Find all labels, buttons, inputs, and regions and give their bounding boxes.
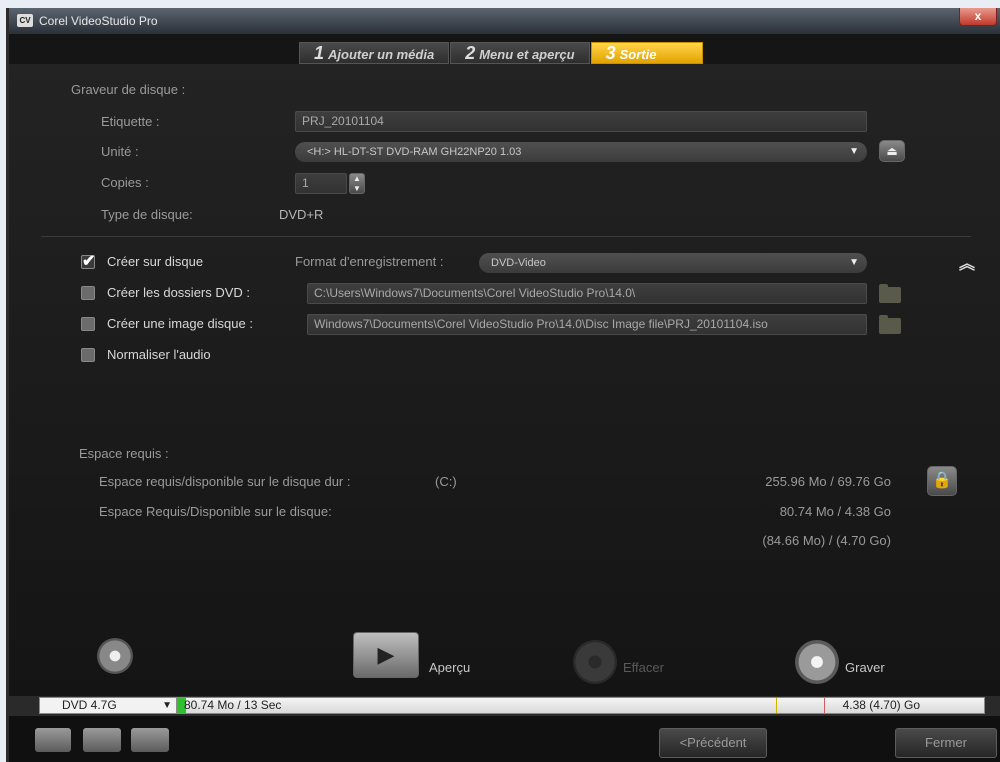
capacity-marker [776, 698, 777, 713]
unit-select[interactable]: <H:> HL-DT-ST DVD-RAM GH22NP20 1.03 ▼ [295, 142, 867, 162]
chevron-down-icon: ▼ [849, 146, 859, 157]
chevron-down-icon: ▼ [353, 184, 361, 193]
eject-button[interactable]: ⏏ [879, 140, 905, 162]
tab-number: 3 [605, 43, 616, 63]
space-section-label: Espace requis : [79, 446, 169, 461]
hdd-drive-label: (C:) [435, 474, 457, 489]
create-dvd-folders-checkbox[interactable] [81, 286, 95, 300]
capacity-limit-marker [824, 698, 825, 713]
unit-value: <H:> HL-DT-ST DVD-RAM GH22NP20 1.03 [307, 146, 522, 158]
settings-gear-icon[interactable] [83, 728, 121, 752]
burn-label: Graver [845, 660, 885, 675]
hdd-space-value: 255.96 Mo / 69.76 Go [765, 474, 891, 489]
disc-info-icon[interactable] [97, 638, 133, 674]
disc-space-total: (84.66 Mo) / (4.70 Go) [762, 533, 891, 548]
chevron-up-icon: ▲ [353, 174, 361, 183]
format-label: Format d'enregistrement : [295, 254, 444, 269]
folder-icon[interactable] [879, 284, 901, 303]
create-on-disc-checkbox[interactable]: ✔ [81, 254, 95, 270]
label-input[interactable]: PRJ_20101104 [295, 111, 867, 132]
burn-button[interactable] [795, 640, 839, 684]
section-divider [41, 236, 971, 237]
copies-input[interactable]: 1 [295, 173, 347, 194]
disc-info-lock-icon[interactable]: 🔒 [927, 466, 957, 496]
tab-label: Ajouter un média [328, 47, 435, 62]
tab-menu-preview[interactable]: 2 Menu et aperçu [450, 42, 590, 64]
preview-button[interactable]: ▶ [353, 632, 419, 678]
app-window: CV Corel VideoStudio Pro x 1 Ajouter un m… [6, 8, 1000, 762]
create-dvd-folders-label: Créer les dossiers DVD : [107, 285, 251, 300]
eject-icon: ⏏ [886, 144, 898, 158]
disc-type-label: Type de disque: [101, 207, 193, 222]
output-panel: Graveur de disque : Etiquette : PRJ_2010… [9, 64, 1000, 704]
tab-label: Menu et aperçu [479, 47, 575, 62]
normalize-audio-checkbox[interactable] [81, 348, 95, 362]
format-select[interactable]: DVD-Video ▼ [479, 253, 867, 273]
step-tabs: 1 Ajouter un média 2 Menu et aperçu 3 Sorti… [299, 42, 704, 64]
close-button[interactable]: x [959, 8, 997, 26]
chevron-down-icon: ▼ [849, 257, 859, 268]
erase-button[interactable] [573, 640, 617, 684]
capacity-progress: 80.74 Mo / 13 Sec 4.38 (4.70) Go [177, 697, 985, 714]
disc-size-value: DVD 4.7G [62, 698, 117, 712]
tab-output[interactable]: 3 Sortie [590, 42, 703, 64]
normalize-audio-label: Normaliser l'audio [107, 347, 211, 362]
tab-number: 1 [314, 43, 325, 63]
previous-button[interactable]: <Précédent [659, 728, 767, 758]
format-value: DVD-Video [491, 257, 546, 269]
chevron-down-icon: ▼ [162, 700, 172, 711]
create-disc-image-checkbox[interactable] [81, 317, 95, 331]
capacity-text: 4.38 (4.70) Go [842, 698, 920, 712]
burner-section-label: Graveur de disque : [71, 82, 186, 97]
tab-number: 2 [465, 43, 476, 63]
hdd-space-label: Espace requis/disponible sur le disque d… [99, 474, 351, 489]
title-bar: CV Corel VideoStudio Pro x [9, 8, 1000, 34]
window-title: Corel VideoStudio Pro [39, 14, 158, 28]
used-space-text: 80.74 Mo / 13 Sec [184, 698, 282, 712]
disc-image-path-input[interactable]: Windows7\Documents\Corel VideoStudio Pro… [307, 314, 867, 335]
create-on-disc-label: Créer sur disque [107, 254, 204, 269]
unit-label: Unité : [101, 144, 139, 159]
label-field-label: Etiquette : [101, 114, 160, 129]
create-disc-image-label: Créer une image disque : [107, 316, 253, 331]
disc-type-value: DVD+R [279, 207, 324, 222]
disc-space-value: 80.74 Mo / 4.38 Go [779, 504, 891, 519]
tab-add-media[interactable]: 1 Ajouter un média [299, 42, 450, 64]
close-dialog-button[interactable]: Fermer [895, 728, 997, 758]
copies-stepper[interactable]: ▲ ▼ [349, 173, 365, 194]
disc-size-select[interactable]: DVD 4.7G ▼ [39, 697, 177, 714]
project-list-icon[interactable] [35, 728, 71, 752]
folder-icon[interactable] [879, 315, 901, 334]
copies-label: Copies : [101, 175, 149, 190]
dvd-folders-path-input[interactable]: C:\Users\Windows7\Documents\Corel VideoS… [307, 283, 867, 304]
aspect-ratio-icon[interactable] [131, 728, 169, 752]
play-monitor-icon: ▶ [377, 642, 395, 667]
preview-label: Aperçu [429, 660, 471, 675]
erase-label: Effacer [623, 660, 664, 675]
disc-space-label: Espace Requis/Disponible sur le disque: [99, 504, 332, 519]
collapse-icon[interactable]: ︽ [959, 250, 975, 274]
app-logo-icon: CV [17, 14, 33, 27]
tab-label: Sortie [619, 47, 657, 62]
